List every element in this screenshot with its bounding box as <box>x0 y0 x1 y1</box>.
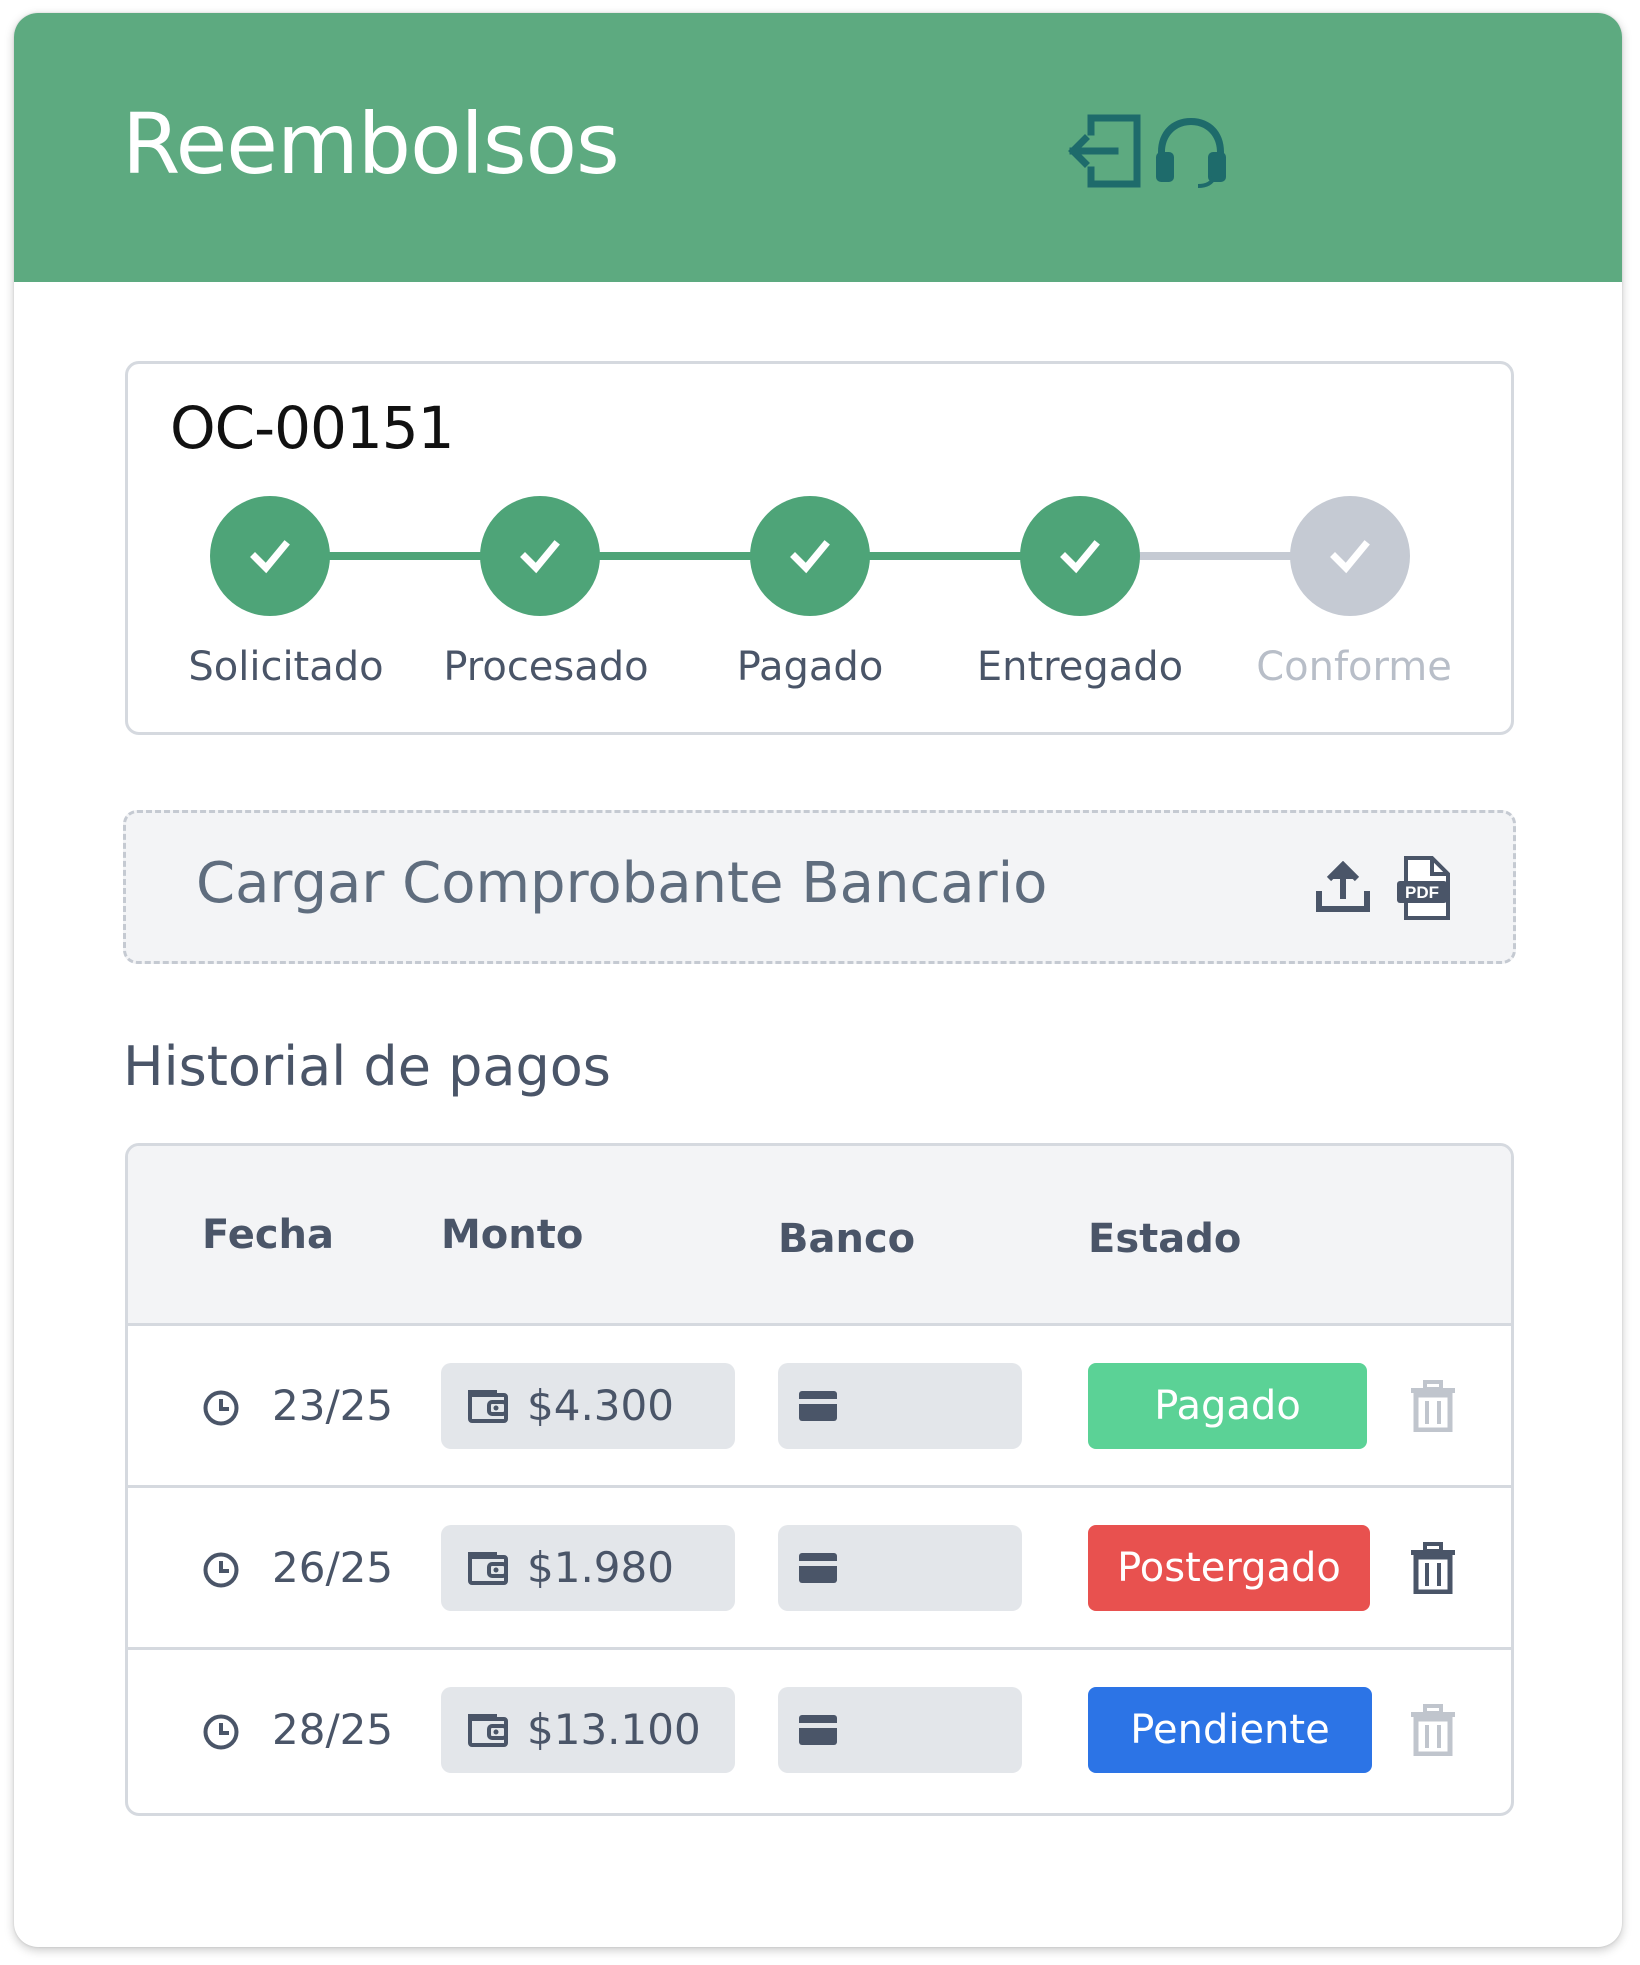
column-header-date: Fecha <box>202 1212 335 1258</box>
logout-icon[interactable] <box>1067 112 1145 190</box>
payment-amount: $13.100 <box>527 1705 701 1754</box>
status-badge[interactable]: Postergado <box>1088 1525 1370 1611</box>
refunds-card: Reembolsos OC-00151 Solicitado Procesado P… <box>14 13 1622 1947</box>
wallet-icon <box>468 1390 508 1423</box>
payment-amount: $4.300 <box>527 1381 674 1430</box>
trash-icon[interactable] <box>1409 1542 1457 1594</box>
order-id: OC-00151 <box>170 394 455 462</box>
upload-icon[interactable] <box>1315 860 1371 913</box>
check-icon <box>1060 540 1100 574</box>
order-tracker: OC-00151 Solicitado Procesado Pagado Entreg… <box>125 361 1514 735</box>
step-label: Entregado <box>976 644 1184 690</box>
step-label: Pagado <box>736 644 884 690</box>
credit-card-icon <box>799 1391 837 1421</box>
clock-icon <box>203 1552 239 1588</box>
wallet-icon <box>468 1552 508 1585</box>
headset-icon[interactable] <box>1152 112 1230 190</box>
bank-selector[interactable] <box>778 1525 1022 1611</box>
wallet-icon <box>468 1714 508 1747</box>
amount-field: $4.300 <box>441 1363 735 1449</box>
status-badge[interactable]: Pagado <box>1088 1363 1367 1449</box>
step-label: Procesado <box>443 644 649 690</box>
check-icon <box>1330 540 1370 574</box>
clock-icon <box>203 1714 239 1750</box>
amount-field: $13.100 <box>441 1687 735 1773</box>
payment-amount: $1.980 <box>527 1543 674 1592</box>
credit-card-icon <box>799 1553 837 1583</box>
check-icon <box>250 540 290 574</box>
table-row: 26/25 $1.980 Postergado <box>128 1488 1511 1650</box>
step-conforme <box>1290 496 1410 616</box>
upload-receipt-dropzone[interactable]: Cargar Comprobante Bancario PDF <box>123 810 1516 964</box>
bank-selector[interactable] <box>778 1363 1022 1449</box>
status-badge[interactable]: Pendiente <box>1088 1687 1372 1773</box>
amount-field: $1.980 <box>441 1525 735 1611</box>
history-title: Historial de pagos <box>123 1035 611 1098</box>
check-icon <box>520 540 560 574</box>
column-header-status: Estado <box>1088 1216 1242 1262</box>
table-header: Fecha Monto Banco Estado <box>128 1146 1511 1326</box>
clock-icon <box>203 1390 239 1426</box>
bank-selector[interactable] <box>778 1687 1022 1773</box>
payment-date: 26/25 <box>272 1543 394 1592</box>
payment-date: 23/25 <box>272 1381 394 1430</box>
step-procesado <box>480 496 600 616</box>
table-row: 23/25 $4.300 Pagado <box>128 1326 1511 1488</box>
step-pagado <box>750 496 870 616</box>
app-header: Reembolsos <box>14 13 1622 282</box>
check-icon <box>790 540 830 574</box>
svg-text:PDF: PDF <box>1405 883 1439 902</box>
step-entregado <box>1020 496 1140 616</box>
payments-table: Fecha Monto Banco Estado 23/25 $4.300 Paga… <box>125 1143 1514 1816</box>
column-header-amount: Monto <box>441 1212 584 1258</box>
step-label: Conforme <box>1256 644 1452 690</box>
upload-label: Cargar Comprobante Bancario <box>196 851 1048 916</box>
credit-card-icon <box>799 1715 837 1745</box>
pdf-icon[interactable]: PDF <box>1396 855 1452 921</box>
app-title: Reembolsos <box>122 95 620 193</box>
trash-icon[interactable] <box>1409 1704 1457 1756</box>
step-solicitado <box>210 496 330 616</box>
step-label: Solicitado <box>188 644 384 690</box>
trash-icon[interactable] <box>1409 1380 1457 1432</box>
table-row: 28/25 $13.100 Pendiente <box>128 1650 1511 1812</box>
column-header-bank: Banco <box>778 1216 916 1262</box>
payment-date: 28/25 <box>272 1705 394 1754</box>
